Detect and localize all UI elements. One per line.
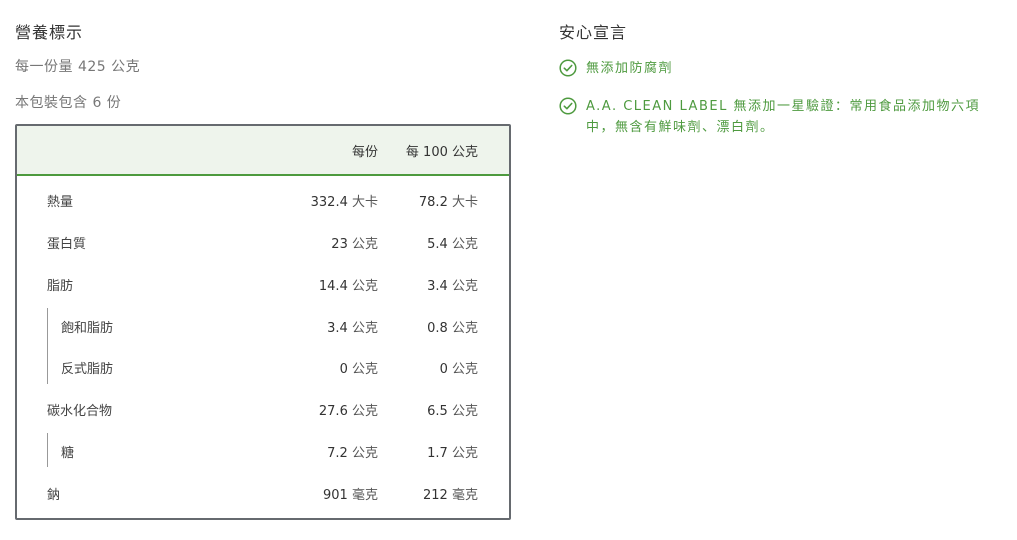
row-label: 鈉 <box>47 488 61 503</box>
value-per-serving: 332.4 大卡 <box>310 195 378 210</box>
value-per-serving: 7.2 公克 <box>327 446 378 461</box>
claim-text: 無添加防腐劑 <box>586 61 674 76</box>
value-per-100g: 212 毫克 <box>423 488 478 503</box>
value-per-100g: 0 公克 <box>439 362 478 377</box>
row-label: 糖 <box>61 446 75 461</box>
claim-item: 無添加防腐劑 <box>559 58 1004 79</box>
serving-size: 每一份量 425 公克 <box>15 59 141 75</box>
value-per-100g: 5.4 公克 <box>427 237 478 252</box>
row-label: 飽和脂肪 <box>61 321 114 336</box>
claims-title: 安心宣言 <box>559 23 628 42</box>
value-per-100g: 3.4 公克 <box>427 279 478 294</box>
row-label: 熱量 <box>47 195 74 210</box>
value-per-100g: 6.5 公克 <box>427 404 478 419</box>
nutrition-title: 營養標示 <box>15 23 84 42</box>
row-label: 碳水化合物 <box>47 404 113 419</box>
nutrition-section: 營養標示 每一份量 425 公克 本包裝包含 6 份 <box>15 22 515 129</box>
value-per-serving: 0 公克 <box>339 362 378 377</box>
value-per-serving: 27.6 公克 <box>318 404 378 419</box>
value-per-serving: 14.4 公克 <box>318 279 378 294</box>
value-per-100g: 1.7 公克 <box>427 446 478 461</box>
table-row-fat: 脂肪 14.4 公克 3.4 公克 <box>17 262 509 304</box>
claim-text: A.A. CLEAN LABEL 無添加一星驗證：常用食品添加物六項中，無含有鮮… <box>586 99 980 135</box>
table-row-calories: 熱量 332.4 大卡 78.2 大卡 <box>17 178 509 220</box>
table-row-trans-fat: 反式脂肪 0 公克 0 公克 <box>17 345 509 387</box>
check-circle-icon <box>559 59 577 77</box>
table-row-carbohydrate: 碳水化合物 27.6 公克 6.5 公克 <box>17 387 509 429</box>
row-label: 蛋白質 <box>47 237 87 252</box>
row-label: 反式脂肪 <box>61 362 114 377</box>
value-per-serving: 23 公克 <box>331 237 378 252</box>
header-per-100g: 每 100 公克 <box>405 145 478 160</box>
value-per-100g: 0.8 公克 <box>427 321 478 336</box>
table-row-protein: 蛋白質 23 公克 5.4 公克 <box>17 220 509 262</box>
table-row-sodium: 鈉 901 毫克 212 毫克 <box>17 471 509 513</box>
claims-section: 安心宣言 無添加防腐劑 A.A. CLEAN LABEL 無添加一星驗證：常用食… <box>559 22 1009 148</box>
nutrition-table: 每份 每 100 公克 熱量 332.4 大卡 78.2 大卡 蛋白質 23 公… <box>15 124 511 520</box>
value-per-serving: 3.4 公克 <box>327 321 378 336</box>
table-row-sugar: 糖 7.2 公克 1.7 公克 <box>17 429 509 471</box>
value-per-100g: 78.2 大卡 <box>418 195 478 210</box>
table-header: 每份 每 100 公克 <box>17 126 509 176</box>
row-label: 脂肪 <box>47 279 74 294</box>
check-circle-icon <box>559 97 577 115</box>
header-per-serving: 每份 <box>351 145 378 160</box>
claim-item: A.A. CLEAN LABEL 無添加一星驗證：常用食品添加物六項中，無含有鮮… <box>559 96 1004 138</box>
table-row-saturated-fat: 飽和脂肪 3.4 公克 0.8 公克 <box>17 304 509 346</box>
servings-per-package: 本包裝包含 6 份 <box>15 95 122 111</box>
value-per-serving: 901 毫克 <box>323 488 378 503</box>
